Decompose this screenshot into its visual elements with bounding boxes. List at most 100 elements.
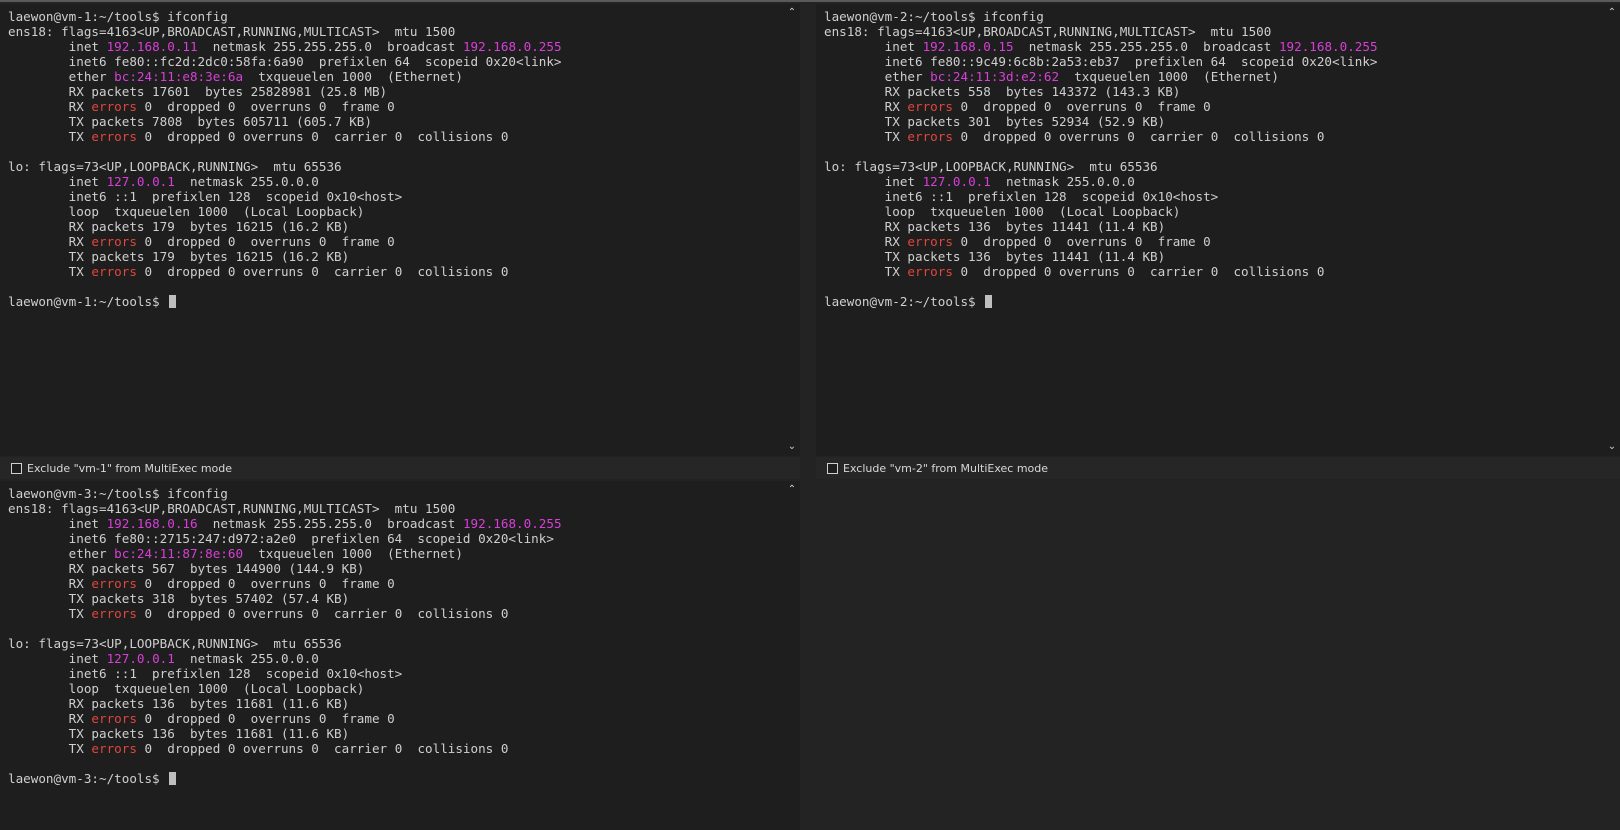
terminal-text: errors [91, 264, 137, 279]
terminal-text: TX packets 301 bytes 52934 (52.9 KB) [824, 114, 1166, 129]
terminal-text: inet [8, 516, 107, 531]
scrollbar[interactable]: ⌃ ⌄ [784, 4, 800, 456]
terminal-text: 192.168.0.16 [106, 516, 198, 531]
terminal-line: RX errors 0 dropped 0 overruns 0 frame 0 [824, 99, 1600, 114]
terminal-output[interactable]: laewon@vm-2:~/tools$ ifconfig ens18: flag… [824, 9, 1600, 456]
terminal-line: RX packets 558 bytes 143372 (143.3 KB) [824, 84, 1600, 99]
terminal-line: RX packets 136 bytes 11681 (11.6 KB) [8, 696, 780, 711]
terminal-output[interactable]: laewon@vm-1:~/tools$ ifconfig ens18: flag… [8, 9, 780, 456]
terminal-text: ether [8, 69, 115, 84]
terminal-text: 192.168.0.255 [1278, 39, 1378, 54]
scroll-down-icon[interactable]: ⌄ [1607, 442, 1617, 452]
terminal-text: inet6 ::1 prefixlen 128 scopeid 0x10<hos… [824, 189, 1219, 204]
terminal-text: 0 dropped 0 overruns 0 frame 0 [136, 99, 395, 114]
terminal-text: TX packets 179 bytes 16215 (16.2 KB) [8, 249, 350, 264]
terminal-text: inet [824, 39, 923, 54]
terminal-pane-vm-3[interactable]: laewon@vm-3:~/tools$ ifconfig ens18: flag… [0, 481, 800, 830]
terminal-text: TX packets 7808 bytes 605711 (605.7 KB) [8, 114, 372, 129]
terminal-line: RX packets 567 bytes 144900 (144.9 KB) [8, 561, 780, 576]
exclude-vm-1-checkbox[interactable] [11, 462, 22, 474]
terminal-line: loop txqueuelen 1000 (Local Loopback) [824, 204, 1600, 219]
terminal-text: txqueuelen 1000 (Ethernet) [243, 546, 463, 561]
terminal-line: lo: flags=73<UP,LOOPBACK,RUNNING> mtu 65… [824, 159, 1600, 174]
terminal-line: TX errors 0 dropped 0 overruns 0 carrier… [8, 741, 780, 756]
terminal-text: 0 dropped 0 overruns 0 carrier 0 collisi… [952, 264, 1325, 279]
exclude-vm-2-bar: Exclude "vm-2" from MultiExec mode [816, 457, 1620, 479]
terminal-text: netmask 255.0.0.0 [990, 174, 1135, 189]
terminal-text: RX packets 558 bytes 143372 (143.3 KB) [824, 84, 1181, 99]
terminal-text: loop txqueuelen 1000 (Local Loopback) [824, 204, 1181, 219]
terminal-text: errors [91, 129, 137, 144]
terminal-cursor [169, 772, 177, 785]
exclude-vm-1-bar: Exclude "vm-1" from MultiExec mode [0, 457, 800, 479]
terminal-text: inet [8, 651, 107, 666]
terminal-line: inet6 ::1 prefixlen 128 scopeid 0x10<hos… [824, 189, 1600, 204]
terminal-text: RX [824, 99, 908, 114]
terminal-text: 192.168.0.11 [106, 39, 198, 54]
terminal-text: inet [8, 39, 107, 54]
terminal-text: errors [907, 99, 953, 114]
terminal-cursor [169, 295, 177, 308]
terminal-text: 0 dropped 0 overruns 0 frame 0 [136, 576, 395, 591]
terminal-text: 0 dropped 0 overruns 0 carrier 0 collisi… [136, 606, 509, 621]
terminal-text: laewon@vm-2:~/tools$ ifconfig [824, 9, 1044, 24]
terminal-text: inet6 ::1 prefixlen 128 scopeid 0x10<hos… [8, 666, 403, 681]
terminal-text: RX packets 136 bytes 11441 (11.4 KB) [824, 219, 1166, 234]
terminal-output[interactable]: laewon@vm-3:~/tools$ ifconfig ens18: flag… [8, 486, 780, 830]
terminal-line: laewon@vm-1:~/tools$ [8, 294, 780, 309]
terminal-line: laewon@vm-3:~/tools$ [8, 771, 780, 786]
terminal-line: laewon@vm-3:~/tools$ ifconfig [8, 486, 780, 501]
terminal-text: inet6 fe80::fc2d:2dc0:58fa:6a90 prefixle… [8, 54, 562, 69]
terminal-text: 192.168.0.15 [922, 39, 1014, 54]
terminal-line: lo: flags=73<UP,LOOPBACK,RUNNING> mtu 65… [8, 636, 780, 651]
terminal-text: RX [824, 234, 908, 249]
terminal-line: RX errors 0 dropped 0 overruns 0 frame 0 [8, 234, 780, 249]
terminal-text: netmask 255.0.0.0 [174, 174, 319, 189]
terminal-text: TX [8, 129, 92, 144]
terminal-pane-vm-2[interactable]: laewon@vm-2:~/tools$ ifconfig ens18: flag… [816, 4, 1620, 456]
scrollbar[interactable]: ⌃ [784, 481, 800, 830]
terminal-text: 0 dropped 0 overruns 0 carrier 0 collisi… [952, 129, 1325, 144]
terminal-text: netmask 255.0.0.0 [174, 651, 319, 666]
exclude-vm-2-label[interactable]: Exclude "vm-2" from MultiExec mode [843, 462, 1048, 475]
terminal-text: TX packets 136 bytes 11681 (11.6 KB) [8, 726, 350, 741]
terminal-text: 127.0.0.1 [106, 174, 175, 189]
terminal-text: ether [824, 69, 931, 84]
terminal-text: TX packets 136 bytes 11441 (11.4 KB) [824, 249, 1166, 264]
terminal-text: laewon@vm-1:~/tools$ ifconfig [8, 9, 228, 24]
scroll-up-icon[interactable]: ⌃ [787, 485, 797, 495]
terminal-line: TX packets 136 bytes 11681 (11.6 KB) [8, 726, 780, 741]
exclude-vm-1-label[interactable]: Exclude "vm-1" from MultiExec mode [27, 462, 232, 475]
scrollbar[interactable]: ⌃ ⌄ [1604, 4, 1620, 456]
exclude-vm-2-checkbox[interactable] [827, 462, 838, 474]
terminal-text: errors [91, 711, 137, 726]
terminal-text: loop txqueuelen 1000 (Local Loopback) [8, 204, 365, 219]
terminal-line: inet 192.168.0.11 netmask 255.255.255.0 … [8, 39, 780, 54]
terminal-line: RX errors 0 dropped 0 overruns 0 frame 0 [8, 99, 780, 114]
terminal-line: laewon@vm-2:~/tools$ ifconfig [824, 9, 1600, 24]
terminal-line: loop txqueuelen 1000 (Local Loopback) [8, 204, 780, 219]
terminal-line: inet6 fe80::9c49:6c8b:2a53:eb37 prefixle… [824, 54, 1600, 69]
scroll-up-icon[interactable]: ⌃ [1607, 8, 1617, 18]
terminal-line: TX errors 0 dropped 0 overruns 0 carrier… [8, 606, 780, 621]
terminal-line: RX errors 0 dropped 0 overruns 0 frame 0 [8, 576, 780, 591]
terminal-text: txqueuelen 1000 (Ethernet) [243, 69, 463, 84]
scroll-up-icon[interactable]: ⌃ [787, 8, 797, 18]
terminal-text: TX [8, 741, 92, 756]
terminal-text: loop txqueuelen 1000 (Local Loopback) [8, 681, 365, 696]
terminal-text: inet [8, 174, 107, 189]
terminal-pane-vm-1[interactable]: laewon@vm-1:~/tools$ ifconfig ens18: flag… [0, 4, 800, 456]
terminal-text: RX [8, 576, 92, 591]
terminal-text: TX [824, 264, 908, 279]
terminal-text: ens18: flags=4163<UP,BROADCAST,RUNNING,M… [824, 24, 1272, 39]
terminal-line: RX errors 0 dropped 0 overruns 0 frame 0 [824, 234, 1600, 249]
terminal-line: ens18: flags=4163<UP,BROADCAST,RUNNING,M… [8, 24, 780, 39]
terminal-line: RX packets 136 bytes 11441 (11.4 KB) [824, 219, 1600, 234]
terminal-text: TX [824, 129, 908, 144]
scroll-down-icon[interactable]: ⌄ [787, 442, 797, 452]
terminal-text: 127.0.0.1 [106, 651, 175, 666]
terminal-text: 0 dropped 0 overruns 0 frame 0 [136, 234, 395, 249]
